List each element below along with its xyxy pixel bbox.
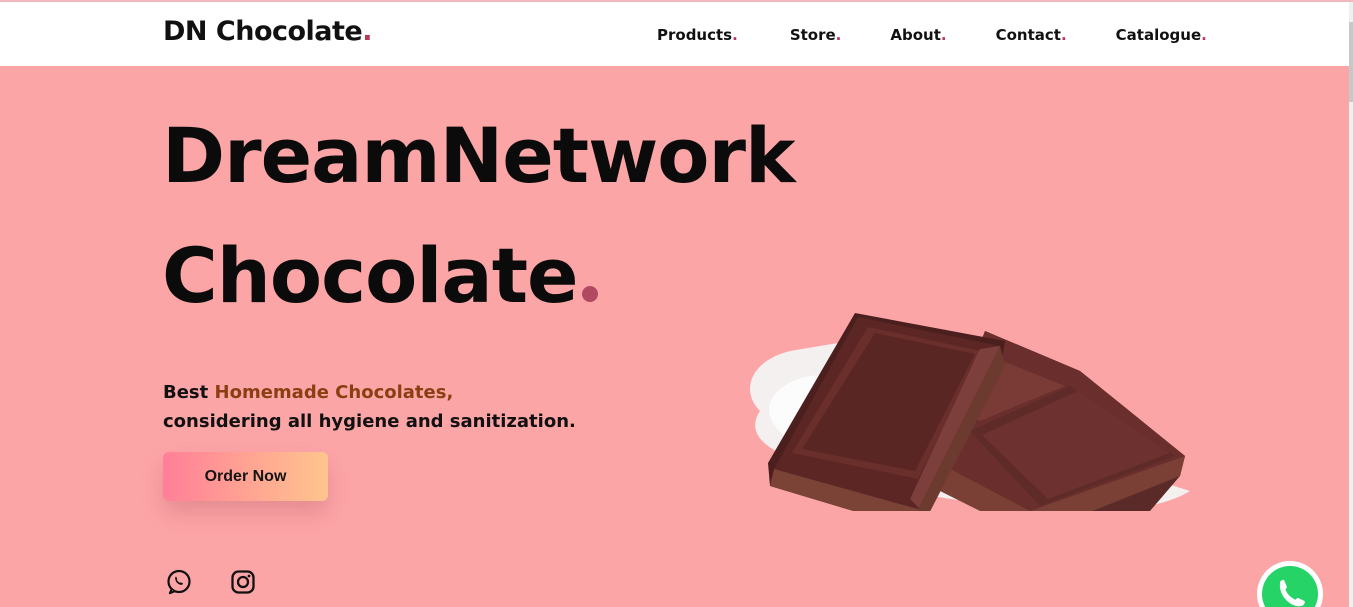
order-now-button[interactable]: Order Now bbox=[163, 452, 328, 501]
brand-logo[interactable]: DN Chocolate. bbox=[163, 16, 373, 47]
hero-tagline: Best Homemade Chocolates, considering al… bbox=[163, 378, 576, 436]
nav-store[interactable]: Store. bbox=[790, 26, 842, 44]
nav-products[interactable]: Products. bbox=[657, 26, 738, 44]
nav-about[interactable]: About. bbox=[890, 26, 946, 44]
instagram-icon[interactable] bbox=[229, 568, 257, 596]
whatsapp-float-icon[interactable] bbox=[1253, 559, 1327, 607]
hero-section: DreamNetwork Chocolate Best Homemade Cho… bbox=[0, 66, 1349, 607]
hero-title-dot bbox=[581, 286, 598, 302]
nav-store-label: Store bbox=[789, 26, 836, 44]
whatsapp-icon[interactable] bbox=[165, 568, 193, 596]
nav-catalogue-dot: . bbox=[1201, 26, 1207, 44]
nav-contact-label: Contact bbox=[995, 26, 1061, 44]
page-scrollbar[interactable] bbox=[1349, 2, 1353, 607]
nav-catalogue[interactable]: Catalogue. bbox=[1116, 26, 1207, 44]
hero-title-word: Chocolate bbox=[162, 231, 579, 320]
main-nav: Products. Store. About. Contact. Catalog… bbox=[657, 26, 1207, 44]
nav-about-dot: . bbox=[940, 26, 947, 44]
nav-products-label: Products bbox=[657, 26, 733, 44]
tagline-accent: Homemade Chocolates, bbox=[214, 382, 454, 403]
nav-about-label: About bbox=[890, 26, 941, 44]
site-header: DN Chocolate. Products. Store. About. Co… bbox=[0, 2, 1353, 66]
chocolate-bar-image bbox=[750, 313, 1190, 511]
scrollbar-thumb[interactable] bbox=[1349, 22, 1353, 102]
hero-title-line-1: DreamNetwork bbox=[162, 111, 796, 200]
nav-catalogue-label: Catalogue bbox=[1115, 26, 1202, 44]
hero-title-line-2: Chocolate bbox=[162, 238, 598, 314]
brand-name: DN Chocolate bbox=[163, 16, 363, 47]
nav-contact[interactable]: Contact. bbox=[996, 26, 1067, 44]
nav-contact-dot: . bbox=[1060, 26, 1067, 44]
tagline-prefix: Best bbox=[163, 382, 215, 403]
nav-products-dot: . bbox=[732, 26, 738, 44]
nav-store-dot: . bbox=[835, 26, 842, 44]
tagline-line-2: considering all hygiene and sanitization… bbox=[163, 411, 576, 432]
brand-dot: . bbox=[362, 16, 373, 47]
